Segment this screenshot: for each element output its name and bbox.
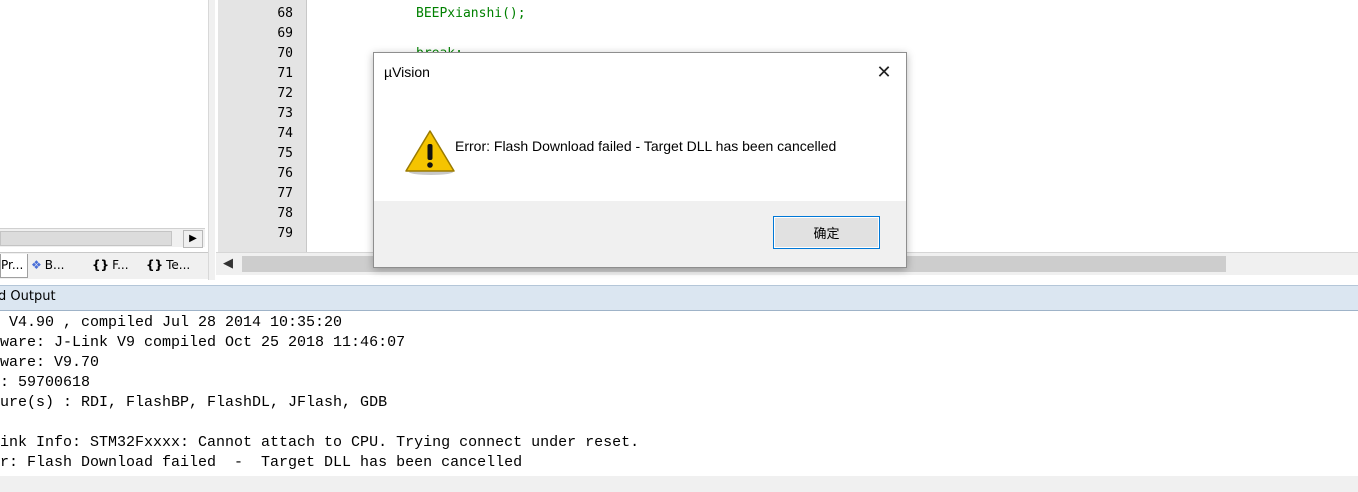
line-number: 76 — [277, 166, 293, 181]
templates-icon: {} — [146, 258, 164, 272]
line-number: 78 — [277, 206, 293, 221]
tab-functions-label: F... — [112, 258, 129, 272]
dialog-message: Error: Flash Download failed - Target DL… — [455, 138, 837, 154]
status-bar — [0, 476, 1358, 492]
output-line: JLink Info: STM32Fxxxx: Cannot attach to… — [0, 434, 640, 451]
error-dialog: µVision ✕ Error: Flash Download failed -… — [373, 52, 907, 268]
line-number: 77 — [277, 186, 293, 201]
line-number: 70 — [277, 46, 293, 61]
output-line: L: V4.90 , compiled Jul 28 2014 10:35:20 — [0, 314, 343, 331]
line-number: 73 — [277, 106, 293, 121]
build-output-panel[interactable]: L: V4.90 , compiled Jul 28 2014 10:35:20… — [0, 311, 1358, 476]
tab-templates[interactable]: {} Te... — [146, 254, 204, 277]
output-line: rdware: V9.70 — [0, 354, 100, 371]
project-panel — [0, 0, 208, 250]
tab-books[interactable]: ❖ B... — [31, 254, 85, 277]
ok-button[interactable]: 确定 — [773, 216, 880, 249]
tab-books-label: B... — [44, 258, 65, 272]
line-number: 72 — [277, 86, 293, 101]
line-number: 74 — [277, 126, 293, 141]
dialog-button-bar: 确定 — [374, 201, 906, 267]
output-line: ror: Flash Download failed - Target DLL … — [0, 454, 523, 471]
project-scroll-thumb[interactable] — [0, 231, 172, 246]
build-output-header: d Output — [0, 285, 1358, 311]
scroll-right-arrow-icon[interactable]: ▶ — [183, 230, 203, 248]
line-number: 75 — [277, 146, 293, 161]
line-number-gutter: 68 69 70 71 72 73 74 75 76 77 78 79 — [218, 0, 307, 252]
line-number: 69 — [277, 26, 293, 41]
project-horizontal-scrollbar[interactable]: ▶ — [0, 228, 205, 248]
dialog-title: µVision — [384, 64, 430, 80]
scroll-left-arrow-icon[interactable]: ◀ — [220, 255, 236, 273]
tab-project[interactable]: Pr... — [0, 254, 28, 278]
project-tab-strip: Pr... ❖ B... {} F... {} Te... — [0, 252, 208, 279]
close-icon[interactable]: ✕ — [870, 61, 898, 85]
code-line: BEEPxianshi(); — [416, 6, 526, 21]
line-number: 79 — [277, 226, 293, 241]
books-icon: ❖ — [31, 258, 42, 272]
output-line: rmware: J-Link V9 compiled Oct 25 2018 1… — [0, 334, 406, 351]
output-line: ature(s) : RDI, FlashBP, FlashDL, JFlash… — [0, 394, 388, 411]
line-number: 68 — [277, 6, 293, 21]
functions-icon: {} — [92, 258, 110, 272]
output-line: N : 59700618 — [0, 374, 91, 391]
tab-project-label: Pr... — [1, 258, 24, 272]
tab-templates-label: Te... — [166, 258, 191, 272]
build-output-title: d Output — [0, 289, 56, 304]
tab-functions[interactable]: {} F... — [92, 254, 140, 277]
line-number: 71 — [277, 66, 293, 81]
warning-icon — [405, 130, 455, 175]
panel-splitter[interactable] — [208, 0, 215, 280]
